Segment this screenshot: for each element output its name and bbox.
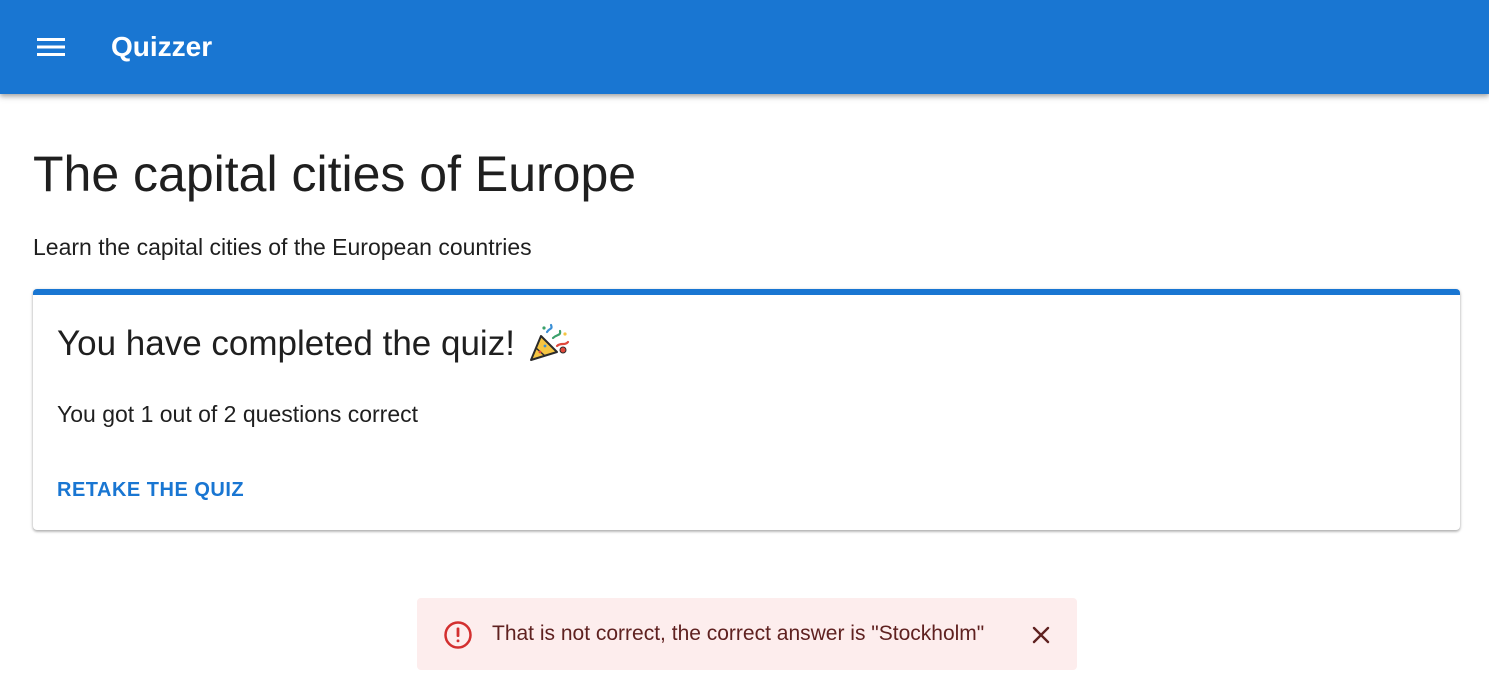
page-subtitle: Learn the capital cities of the European…: [33, 234, 532, 260]
quiz-result-card: You have completed the quiz! You got 1 o…: [33, 289, 1460, 530]
app-bar: Quizzer: [0, 0, 1489, 94]
alert-close-button[interactable]: [1026, 620, 1056, 650]
hamburger-menu-icon: [37, 38, 65, 56]
error-alert: That is not correct, the correct answer …: [417, 598, 1077, 670]
result-heading-text: You have completed the quiz!: [57, 324, 515, 363]
party-popper-icon: [527, 322, 571, 366]
result-summary: You got 1 out of 2 questions correct: [57, 401, 419, 427]
error-outline-icon: [443, 620, 473, 650]
retake-quiz-button[interactable]: RETAKE THE QUIZ: [47, 471, 254, 509]
alert-message: That is not correct, the correct answer …: [492, 622, 985, 645]
close-icon: [1032, 626, 1050, 644]
page-title: The capital cities of Europe: [33, 146, 637, 202]
result-heading: You have completed the quiz!: [57, 321, 571, 367]
app-title: Quizzer: [111, 31, 213, 62]
menu-button[interactable]: [24, 24, 78, 70]
